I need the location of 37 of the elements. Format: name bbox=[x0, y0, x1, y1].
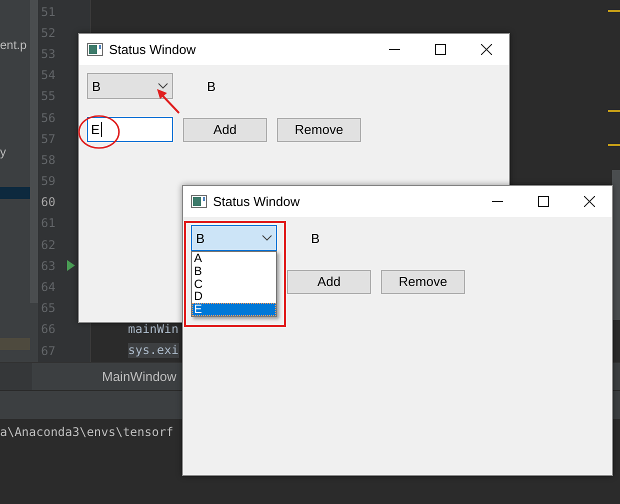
marker-stripe bbox=[608, 110, 620, 112]
dropdown-option[interactable]: B bbox=[192, 264, 276, 278]
window-title: Status Window bbox=[109, 42, 196, 57]
close-icon[interactable] bbox=[584, 196, 594, 207]
chevron-icon bbox=[262, 235, 272, 241]
file-name[interactable]: y bbox=[0, 145, 6, 159]
code-line: mainWin bbox=[128, 322, 179, 337]
combo-box[interactable]: B bbox=[191, 225, 277, 251]
scrollbar-thumb[interactable] bbox=[30, 0, 38, 303]
maximize-icon[interactable] bbox=[434, 44, 446, 55]
window-icon bbox=[87, 43, 103, 56]
marker-stripe bbox=[608, 144, 620, 146]
close-icon[interactable] bbox=[480, 44, 492, 55]
file-name[interactable]: ent.p bbox=[0, 38, 27, 52]
highlight-ellipse bbox=[77, 114, 121, 150]
push-button[interactable]: Add bbox=[287, 270, 371, 294]
combo-box[interactable]: B bbox=[87, 73, 173, 99]
chevron-icon bbox=[158, 83, 168, 89]
window-title: Status Window bbox=[213, 194, 300, 209]
editor-tab[interactable]: MainWindow bbox=[102, 369, 176, 384]
line-number: 60 bbox=[41, 195, 56, 210]
input-field[interactable]: E bbox=[87, 117, 173, 142]
push-button[interactable]: Remove bbox=[277, 118, 361, 142]
push-button[interactable]: Remove bbox=[381, 270, 465, 294]
dropdown-option[interactable]: C bbox=[192, 278, 276, 290]
annotation-arrow bbox=[155, 87, 181, 115]
status-label: B bbox=[311, 230, 320, 246]
dropdown-option[interactable]: A bbox=[192, 252, 276, 265]
marker-stripe bbox=[608, 10, 620, 12]
dropdown-option[interactable]: D bbox=[192, 290, 276, 304]
terminal-line: a\Anaconda3\envs\tensorf bbox=[0, 425, 174, 439]
push-button[interactable]: Add bbox=[183, 118, 267, 142]
window-icon bbox=[191, 195, 207, 208]
status-label: B bbox=[207, 78, 216, 94]
dropdown-option[interactable]: E bbox=[192, 303, 276, 316]
run-icon[interactable] bbox=[67, 260, 75, 272]
maximize-icon[interactable] bbox=[538, 196, 548, 207]
